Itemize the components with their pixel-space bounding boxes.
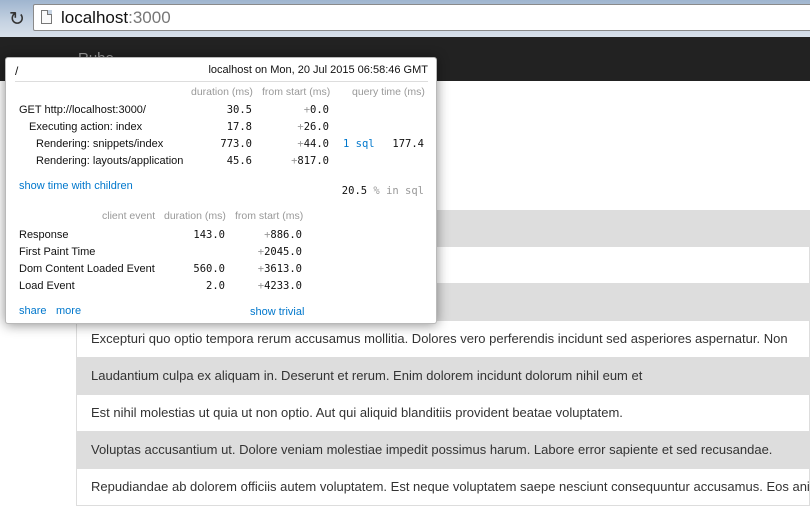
header-client-duration: duration (ms) (164, 210, 226, 222)
client-event-label: Response (19, 229, 69, 241)
share-link[interactable]: share (19, 305, 47, 317)
client-event-label: First Paint Time (19, 246, 96, 258)
show-trivial-link[interactable]: show trivial (250, 306, 304, 318)
timing-query-time: 177.4 (392, 138, 424, 150)
page-icon (41, 10, 52, 24)
client-event-from-start: +3613.0 (235, 263, 302, 275)
timing-from-start: +44.0 (262, 138, 329, 150)
timing-label: Rendering: snippets/index (36, 138, 164, 150)
address-bar[interactable]: localhost:3000 (33, 4, 810, 31)
client-event-from-start-value: 4233.0 (264, 280, 302, 292)
list-item[interactable]: Excepturi quo optio tempora rerum accusa… (76, 321, 810, 358)
sql-percent-suffix: % in sql (373, 185, 424, 197)
timing-from-start-value: 817.0 (297, 155, 329, 167)
header-client-event: client event (102, 210, 156, 222)
client-event-from-start: +4233.0 (235, 280, 302, 292)
timing-from-start: +26.0 (262, 121, 329, 133)
list-item[interactable]: Repudiandae ab dolorem officiis autem vo… (76, 469, 810, 506)
timing-label: GET http://localhost:3000/ (19, 104, 146, 116)
client-event-duration: 143.0 (193, 229, 225, 241)
reload-icon[interactable]: ↻ (6, 8, 28, 30)
sql-count-link[interactable]: 1 sql (343, 138, 375, 150)
timing-from-start-value: 26.0 (303, 121, 329, 133)
url-text: localhost:3000 (61, 8, 171, 28)
url-port: :3000 (128, 8, 171, 27)
list-item[interactable]: Est nihil molestias ut quia ut non optio… (76, 395, 810, 432)
client-event-duration: 560.0 (193, 263, 225, 275)
timing-from-start-value: 44.0 (303, 138, 329, 150)
url-host: localhost (61, 8, 129, 27)
profiler-server-info: localhost on Mon, 20 Jul 2015 06:58:46 G… (208, 64, 428, 76)
client-event-from-start: +2045.0 (235, 246, 302, 258)
show-children-link[interactable]: show time with children (19, 180, 133, 192)
timing-duration: 45.6 (226, 155, 252, 167)
timing-duration: 773.0 (220, 138, 252, 150)
header-from-start: from start (ms) (262, 86, 331, 98)
timing-label: Executing action: index (29, 121, 143, 133)
client-event-from-start: +886.0 (235, 229, 302, 241)
client-event-from-start-value: 886.0 (270, 229, 302, 241)
header-client-from-start: from start (ms) (235, 210, 304, 222)
timing-label: Rendering: layouts/application (36, 155, 184, 167)
client-event-label: Dom Content Loaded Event (19, 263, 155, 275)
client-event-label: Load Event (19, 280, 75, 292)
header-duration: duration (ms) (191, 86, 253, 98)
timing-duration: 17.8 (226, 121, 252, 133)
sql-percent-value: 20.5 (341, 185, 368, 197)
profiler-popup: / localhost on Mon, 20 Jul 2015 06:58:46… (5, 57, 437, 324)
sql-percent: 20.5 % in sql (306, 185, 424, 197)
timing-duration: 30.5 (226, 104, 252, 116)
more-link[interactable]: more (56, 305, 81, 317)
client-event-duration: 2.0 (206, 280, 225, 292)
list-item[interactable]: Laudantium culpa ex aliquam in. Deserunt… (76, 358, 810, 395)
list-item[interactable]: Voluptas accusantium ut. Dolore veniam m… (76, 432, 810, 469)
divider (15, 81, 428, 82)
browser-toolbar: ↻ localhost:3000 (0, 0, 810, 37)
header-query-time: query time (ms) (352, 86, 425, 98)
profiler-route: / (15, 64, 19, 78)
timing-from-start-value: 0.0 (310, 104, 329, 116)
timing-from-start: +817.0 (262, 155, 329, 167)
client-event-from-start-value: 2045.0 (264, 246, 302, 258)
timing-from-start: +0.0 (262, 104, 329, 116)
client-event-from-start-value: 3613.0 (264, 263, 302, 275)
